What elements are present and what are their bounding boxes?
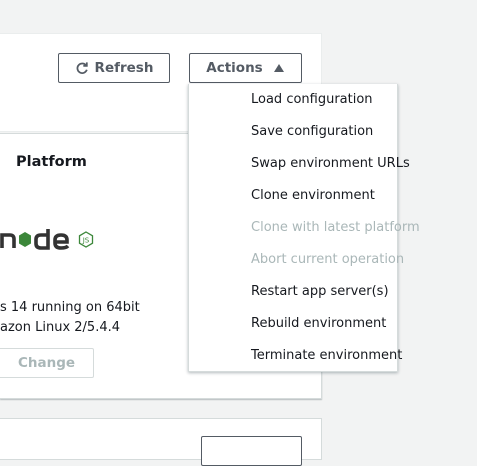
platform-description-line-2: azon Linux 2/5.4.4 xyxy=(0,320,121,335)
menu-item-clone-with-latest-platform: Clone with latest platform xyxy=(251,220,420,235)
platform-description-line-1: s 14 running on 64bit xyxy=(0,300,140,315)
platform-title: Platform xyxy=(16,154,87,170)
menu-item-swap-environment-urls[interactable]: Swap environment URLs xyxy=(229,148,410,180)
actions-menu-list: Load configuration Save configuration Swap… xyxy=(189,84,420,372)
menu-item-rebuild-environment[interactable]: Rebuild environment xyxy=(229,308,397,340)
menu-item-clone-environment[interactable]: Clone environment xyxy=(229,180,397,212)
actions-button-label: Actions xyxy=(206,60,263,76)
actions-button[interactable]: Actions xyxy=(189,53,302,83)
refresh-icon xyxy=(76,62,88,74)
menu-item-load-configuration[interactable]: Load configuration xyxy=(229,84,397,116)
caret-up-icon xyxy=(273,64,284,72)
menu-item-restart-app-server-s[interactable]: Restart app server(s) xyxy=(229,276,397,308)
refresh-button-label: Refresh xyxy=(94,60,154,76)
change-platform-button: Change xyxy=(0,348,94,378)
node-js-logo: JS xyxy=(0,229,94,250)
menu-item-terminate-environment[interactable]: Terminate environment xyxy=(229,340,402,372)
actions-dropdown-menu: Load configuration Save configuration Swap… xyxy=(188,84,420,372)
refresh-button[interactable]: Refresh xyxy=(58,53,170,83)
menu-item-abort-current-operation: Abort current operation xyxy=(251,252,405,267)
svg-text:JS: JS xyxy=(82,237,90,245)
change-button-label: Change xyxy=(17,355,76,371)
menu-item-save-configuration[interactable]: Save configuration xyxy=(229,116,397,148)
